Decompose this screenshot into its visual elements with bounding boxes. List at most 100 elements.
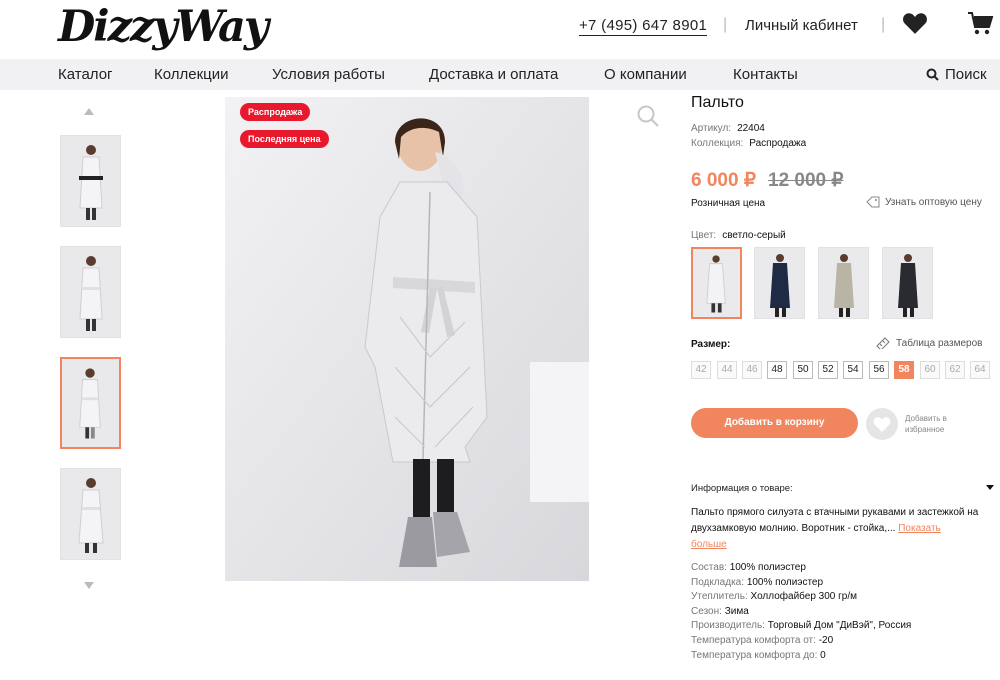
sale-badge: Распродажа [240,103,311,121]
size-option[interactable]: 52 [818,361,838,379]
thumbnail-2[interactable] [60,246,121,338]
article-row: Артикул: 22404 [691,123,765,134]
swatch-image [706,255,726,313]
spec-value: -20 [818,634,834,646]
size-option[interactable]: 60 [920,361,940,379]
spec-value: Торговый Дом "ДиВэй", Россия [767,620,912,632]
product-info-header[interactable]: Информация о товаре: [691,483,793,494]
size-label: Размер: [691,339,731,350]
wholesale-link-text: Узнать оптовую цену [885,196,982,208]
coat-model-image [225,97,589,581]
spec-row: Температура комфорта до: 0 [691,649,911,664]
thumbnail-4[interactable] [60,468,121,560]
search-icon [926,68,939,81]
spec-row: Сезон: Зима [691,605,911,620]
spec-row: Состав: 100% полиэстер [691,561,911,576]
swatch-image [898,254,918,317]
nav-about[interactable]: О компании [604,66,687,83]
spec-row: Подкладка: 100% полиэстер [691,576,911,591]
size-option[interactable]: 54 [843,361,863,379]
add-to-favorites-text[interactable]: Добавить в избранное [905,413,965,435]
color-swatch-navy[interactable] [754,247,805,319]
color-swatch-black[interactable] [882,247,933,319]
thumbnail-1[interactable] [60,135,121,227]
spec-label: Подкладка: [691,576,745,588]
header-separator: | [723,16,728,33]
thumbs-up-arrow-icon[interactable] [84,108,94,115]
add-to-favorites-button[interactable] [866,408,898,440]
spec-value: Холлофайбер 300 гр/м [750,591,857,603]
search-label: Поиск [945,66,987,83]
product-description: Пальто прямого силуэта с втачными рукава… [691,505,996,553]
size-table-link[interactable]: Таблица размеров [876,337,982,349]
spec-label: Состав: [691,562,727,573]
product-title: Пальто [691,94,744,111]
caret-down-icon[interactable] [986,485,994,490]
main-product-photo[interactable] [225,97,589,581]
show-more-link-continued[interactable]: больше [691,539,727,550]
last-price-badge: Последняя цена [240,130,329,148]
coat-thumbnail-image [78,478,104,553]
coat-thumbnail-image [79,256,103,331]
current-price: 6 000 ₽ [691,170,756,191]
collection-value: Распродажа [749,138,807,149]
size-option[interactable]: 62 [945,361,965,379]
size-option[interactable]: 64 [970,361,990,379]
spec-value: Зима [724,605,749,617]
heart-icon [873,417,891,432]
thumbs-down-arrow-icon[interactable] [84,582,94,589]
spec-label: Производитель: [691,620,765,632]
nav-terms[interactable]: Условия работы [272,66,385,83]
size-option-selected[interactable]: 58 [894,361,914,379]
nav-collections[interactable]: Коллекции [154,66,229,83]
main-nav: Каталог Коллекции Условия работы Доставк… [0,59,1000,90]
nav-catalog[interactable]: Каталог [58,66,113,83]
thumbnail-3[interactable] [60,357,121,449]
color-value: светло-серый [722,230,786,241]
swatch-image [770,254,790,317]
retail-price-label: Розничная цена [691,198,766,209]
add-to-cart-button[interactable]: Добавить в корзину [691,408,858,438]
collection-label: Коллекция: [691,138,744,149]
spec-row: Температура комфорта от: -20 [691,634,911,649]
coat-thumbnail-image [79,368,101,439]
show-more-link[interactable]: Показать [898,523,941,534]
swatch-image [834,254,854,317]
article-label: Артикул: [691,123,732,134]
tag-icon [866,196,880,208]
spec-label: Утеплитель: [691,591,748,603]
article-value: 22404 [737,123,765,134]
size-option[interactable]: 46 [742,361,762,379]
nav-delivery[interactable]: Доставка и оплата [429,66,558,83]
old-price: 12 000 ₽ [768,170,844,191]
site-logo[interactable]: DizzyWay [58,2,269,52]
spec-label: Сезон: [691,605,722,617]
ruler-icon [876,337,890,349]
spec-row: Утеплитель: Холлофайбер 300 гр/м [691,590,911,605]
size-option[interactable]: 48 [767,361,787,379]
header-separator: | [881,16,886,33]
spec-label: Температура комфорта от: [691,634,816,646]
account-link[interactable]: Личный кабинет [745,17,858,34]
spec-value: 100% полиэстер [729,562,806,573]
size-option[interactable]: 44 [717,361,737,379]
phone-link[interactable]: +7 (495) 647 8901 [579,17,708,36]
color-swatch-beige[interactable] [818,247,869,319]
favorites-heart-icon[interactable] [902,11,928,35]
color-swatch-light-grey[interactable] [691,247,742,319]
spec-row: Производитель: Торговый Дом "ДиВэй", Рос… [691,619,911,634]
size-option[interactable]: 42 [691,361,711,379]
cart-icon[interactable] [966,9,994,37]
size-table-text: Таблица размеров [896,337,983,349]
wholesale-price-link[interactable]: Узнать оптовую цену [866,196,982,208]
coat-thumbnail-image [79,145,103,220]
size-option[interactable]: 50 [793,361,813,379]
product-specs: Состав: 100% полиэстер Подкладка: 100% п… [691,561,911,663]
spec-label: Температура комфорта до: [691,649,818,661]
nav-contacts[interactable]: Контакты [733,66,798,83]
color-row: Цвет: светло-серый [691,230,786,241]
search-button[interactable]: Поиск [926,66,987,83]
size-option[interactable]: 56 [869,361,889,379]
zoom-icon[interactable] [636,104,660,128]
spec-value: 0 [820,649,826,661]
